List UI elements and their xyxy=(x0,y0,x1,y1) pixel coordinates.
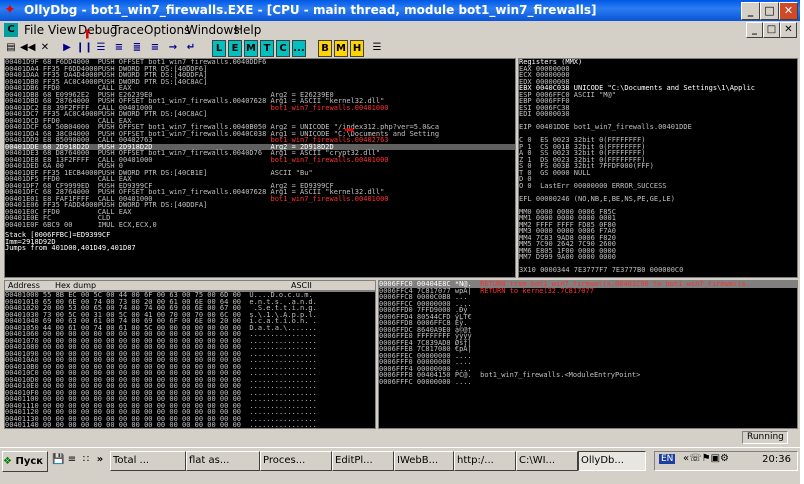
red-arrow-annotation-2: ➡ xyxy=(344,120,355,141)
run-icon[interactable]: ▶ xyxy=(60,40,74,55)
mdi-close-button[interactable]: ✕ xyxy=(780,22,797,38)
status-bar: Running xyxy=(0,430,800,444)
open-icon[interactable]: ▤ xyxy=(4,40,18,55)
start-button[interactable]: ❖ Пуск xyxy=(2,451,48,472)
menu-help[interactable]: Help xyxy=(234,23,261,37)
quicklaunch-save-icon[interactable]: 💾 xyxy=(52,454,64,466)
disasm-comment: bot1_win7_firewalls.00401000 xyxy=(270,194,389,203)
hex-dump-pane[interactable]: 00401000 55 8B EC 00 5C 00 44 00 6F 00 6… xyxy=(4,291,376,429)
log-window-button[interactable]: L xyxy=(212,40,226,57)
step-into-icon[interactable]: ☰ xyxy=(94,40,108,55)
taskbar-item-opera-label: http:/... xyxy=(457,455,494,466)
start-label: Пуск xyxy=(15,456,44,467)
cpu-button[interactable]: C xyxy=(276,40,290,57)
minimize-button[interactable]: _ xyxy=(741,2,760,20)
quicklaunch-dots-icon[interactable]: ∷ xyxy=(80,454,92,466)
executables-button[interactable]: E xyxy=(228,40,242,57)
dump-header: Address Hex dump ASCII xyxy=(4,280,376,291)
step-over-icon[interactable]: ≡ xyxy=(112,40,126,55)
taskbar-item-total[interactable]: Total ... xyxy=(110,451,186,471)
dump-header-address[interactable]: Address xyxy=(8,281,40,290)
stack-cell: 0006FFFC 00000000 .... xyxy=(379,377,481,386)
dump-header-ascii[interactable]: ASCII xyxy=(291,281,312,290)
run-state: Running xyxy=(742,431,788,444)
taskbar-item-iwebbrowser[interactable]: IWebB... xyxy=(394,451,454,471)
quicklaunch-more-icon[interactable]: » xyxy=(94,454,106,466)
close-icon[interactable]: ✕ xyxy=(38,40,52,55)
handles-button[interactable]: H xyxy=(350,40,364,57)
tray-icons[interactable]: «☏⚑▣⚙ xyxy=(683,453,729,464)
menu-trace[interactable]: Trace xyxy=(112,23,144,37)
register-row[interactable]: 3X10 0000344 7E3777F7 7E3777B0 000000C0 xyxy=(519,267,797,274)
stack-row[interactable]: 0006FFFC 00000000 .... xyxy=(379,377,797,386)
dump-header-hex[interactable]: Hex dump xyxy=(55,281,96,290)
menu-file[interactable]: File xyxy=(24,23,44,37)
ollydbg-window: ✦ OllyDbg - bot1_win7_firewalls.EXE - [C… xyxy=(0,0,800,484)
memory-button[interactable]: M xyxy=(244,40,258,57)
rewind-icon[interactable]: ◀◀ xyxy=(20,40,35,55)
taskbar-item-process-label: Proces... xyxy=(263,455,306,466)
menu-options[interactable]: Options xyxy=(144,23,190,37)
taskbar: ❖ Пуск 💾 ≡ ∷ » Total ... flat as... Proc… xyxy=(0,447,800,474)
taskbar-item-total-label: Total ... xyxy=(113,455,150,466)
taskbar-item-process[interactable]: Proces... xyxy=(260,451,332,471)
disasm-code: 00401E0F 6BC9 00 IMUL ECX,ECX,0 xyxy=(5,220,271,229)
maximize-button[interactable]: □ xyxy=(760,2,779,20)
threads-button[interactable]: T xyxy=(260,40,274,57)
disassembly-pane[interactable]: 00401D9F 68 F6DD4000 PUSH OFFSET bot1_wi… xyxy=(4,58,516,278)
disasm-comment: ASCII "Bu" xyxy=(270,168,313,177)
windows-logo-icon: ❖ xyxy=(3,456,12,467)
mdi-restore-button[interactable]: □ xyxy=(763,22,780,38)
menu-bar: C File View Debug Trace Options Windows … xyxy=(0,21,800,39)
system-tray: EN «☏⚑▣⚙ 20:36 xyxy=(654,451,798,471)
execute-till-return-icon[interactable]: → xyxy=(166,40,180,55)
stack-comment: bot1_win7_firewalls.<ModuleEntryPoint> xyxy=(480,371,641,379)
mdi-minimize-button[interactable]: _ xyxy=(746,22,763,38)
more-windows-button[interactable]: ... xyxy=(292,40,306,57)
trace-over-icon[interactable]: ≡ xyxy=(148,40,162,55)
window-title: OllyDbg - bot1_win7_firewalls.EXE - [CPU… xyxy=(24,3,597,17)
cpu-window-icon: C xyxy=(4,23,18,37)
menu-windows[interactable]: Windows xyxy=(186,23,240,37)
red-arrow-annotation: ⬆ xyxy=(82,24,93,45)
registers-pane[interactable]: Registers (MMX) EAX 00000000 ECX 00000000 E… xyxy=(518,58,798,278)
taskbar-item-opera[interactable]: http:/... xyxy=(454,451,516,471)
taskbar-item-iwebbrowser-label: IWebB... xyxy=(397,455,439,466)
clock: 20:36 xyxy=(762,454,791,465)
stack-comment: RETURN to kernel32.7C817077 xyxy=(480,286,594,295)
dump-row[interactable]: 00401150 00 00 00 00 00 00 00 00 00 00 0… xyxy=(5,429,375,430)
disasm-comment: bot1_win7_firewalls.00401000 xyxy=(270,103,389,112)
close-button[interactable]: ✕ xyxy=(779,2,798,20)
quicklaunch-app-icon[interactable]: ≡ xyxy=(66,454,78,466)
taskbar-item-editplus-label: EditPl... xyxy=(335,455,373,466)
taskbar-item-cmd-label: C:\WI... xyxy=(519,455,556,466)
trace-into-icon[interactable]: ≣ xyxy=(130,40,144,55)
taskbar-item-flat-label: flat as... xyxy=(189,455,230,466)
breakpoints-button[interactable]: B xyxy=(318,40,332,57)
taskbar-item-ollydbg-label: OllyDb... xyxy=(581,455,624,466)
stack-pane[interactable]: 0006FFC0 00404E8C *N@. RETURN from bot1_… xyxy=(378,280,798,429)
disasm-comment: bot1_win7_firewalls.00401000 xyxy=(270,155,389,164)
disasm-info-line: Jumps from 401D00,401D49,401D87 xyxy=(5,245,515,252)
ollydbg-bug-icon: ✦ xyxy=(4,2,16,18)
taskbar-item-editplus[interactable]: EditPl... xyxy=(332,451,394,471)
menu-view[interactable]: View xyxy=(48,23,76,37)
toolbar: ▤ ◀◀ ✕ ▶ ❙❙ ☰ ≡ ≣ ≡ → ↵ L E M T C ... B … xyxy=(0,39,800,57)
taskbar-item-flat[interactable]: flat as... xyxy=(186,451,260,471)
title-bar[interactable]: ✦ OllyDbg - bot1_win7_firewalls.EXE - [C… xyxy=(0,0,800,21)
taskbar-item-ollydbg[interactable]: OllyDb... xyxy=(578,451,646,471)
goto-icon[interactable]: ↵ xyxy=(184,40,198,55)
list-icon[interactable]: ☰ xyxy=(370,40,384,55)
language-indicator[interactable]: EN xyxy=(659,454,676,464)
memory-map-button[interactable]: M xyxy=(334,40,348,57)
taskbar-item-cmd[interactable]: C:\WI... xyxy=(516,451,578,471)
